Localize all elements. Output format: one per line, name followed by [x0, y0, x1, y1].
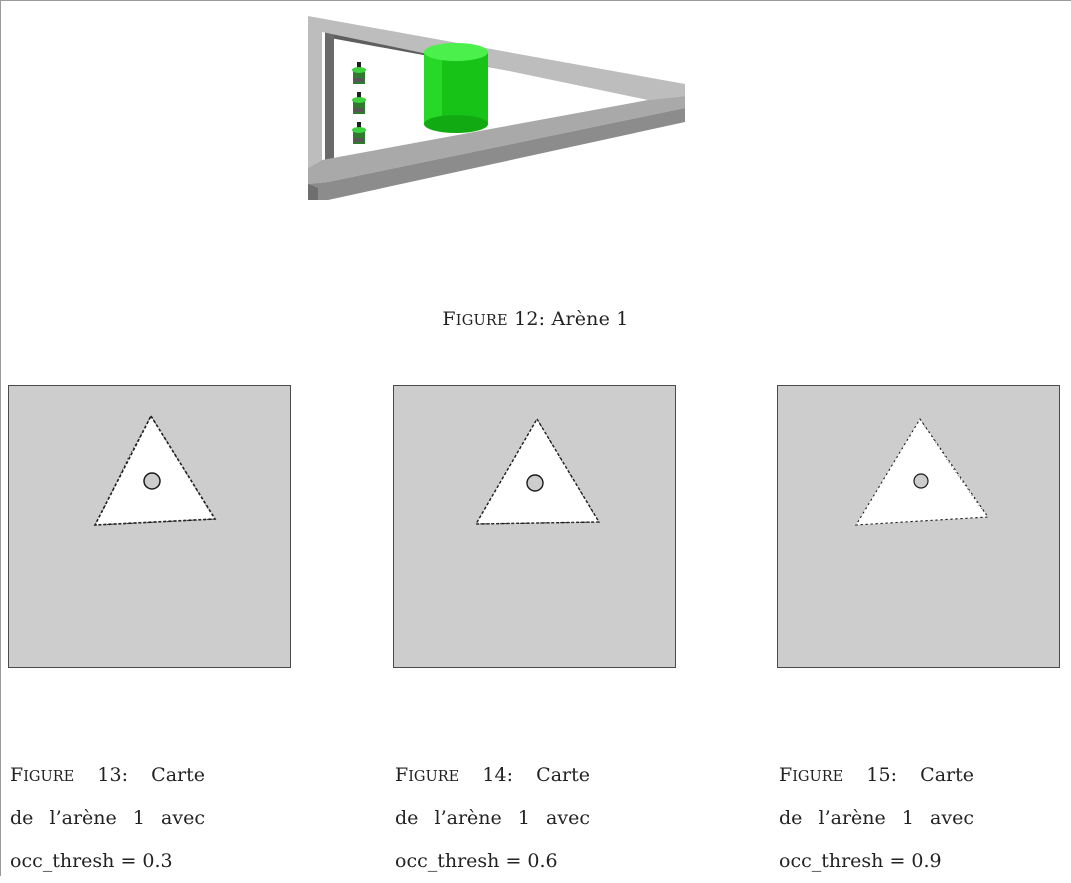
caption-word: avec: [161, 807, 205, 829]
robot-2: [352, 92, 366, 114]
figure-label-initial: F: [395, 764, 409, 786]
figure-label-rest: igure: [408, 769, 460, 785]
figure-label-rest: igure: [23, 769, 75, 785]
occupancy-map-14: [393, 385, 676, 668]
occ-thresh-value: occ_thresh = 0.9: [779, 850, 942, 872]
figure-14-caption: Figure 14: Carte de l’arène 1 avec occ_t…: [395, 754, 590, 883]
map-15-drawing: [854, 417, 990, 526]
figure-label-initial: F: [442, 308, 456, 330]
caption-word: avec: [930, 807, 974, 829]
figure-number: 12:: [514, 308, 546, 330]
figure-title: Arène 1: [551, 308, 629, 330]
caption-word: Carte: [151, 764, 205, 786]
caption-word: 1: [517, 807, 530, 829]
caption-word: de: [779, 807, 803, 829]
figure-label-initial: F: [779, 764, 793, 786]
robot-1: [352, 62, 366, 84]
cylinder-obstacle: [424, 43, 488, 133]
figure-number: 13:: [97, 764, 128, 786]
figure-number: 14:: [482, 764, 513, 786]
caption-word: l’arène: [818, 807, 886, 829]
caption-word: de: [10, 807, 34, 829]
figure-12-caption: Figure 12: Arène 1: [0, 308, 1071, 330]
occupancy-map-13: [8, 385, 291, 668]
caption-word: Carte: [920, 764, 974, 786]
arena-3d-render: [308, 16, 685, 200]
map-14-drawing: [474, 417, 601, 525]
caption-word: avec: [546, 807, 590, 829]
figure-label-rest: igure: [792, 769, 844, 785]
caption-word: de: [395, 807, 419, 829]
caption-word: Carte: [536, 764, 590, 786]
figure-label-initial: F: [10, 764, 24, 786]
occ-thresh-value: occ_thresh = 0.6: [395, 850, 558, 872]
caption-word: l’arène: [434, 807, 502, 829]
figure-15-caption: Figure 15: Carte de l’arène 1 avec occ_t…: [779, 754, 974, 883]
figure-label-rest: igure: [455, 313, 508, 329]
map-13-drawing: [93, 414, 217, 526]
caption-word: 1: [132, 807, 145, 829]
figure-13-caption: Figure 13: Carte de l’arène 1 avec occ_t…: [10, 754, 205, 883]
figure-number: 15:: [866, 764, 897, 786]
page-border-left: [0, 0, 1, 876]
robot-3: [352, 122, 366, 144]
caption-word: 1: [901, 807, 914, 829]
occupancy-map-15: [777, 385, 1060, 668]
arena-inner-wall-left: [325, 24, 334, 172]
page-border-top: [0, 0, 1071, 1]
occ-thresh-value: occ_thresh = 0.3: [10, 850, 173, 872]
caption-word: l’arène: [49, 807, 117, 829]
